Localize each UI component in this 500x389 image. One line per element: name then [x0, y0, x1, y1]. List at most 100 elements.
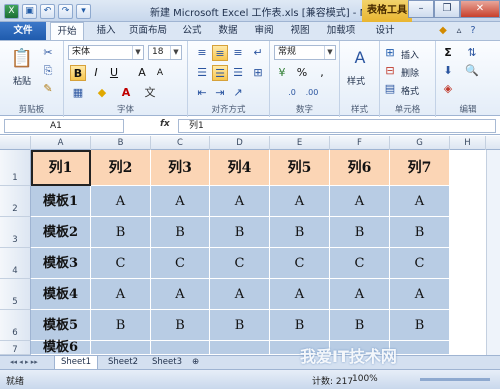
delete-cells-button[interactable]: 删除: [400, 65, 420, 80]
increase-font-icon[interactable]: A: [134, 65, 150, 81]
table-cell[interactable]: B: [210, 217, 270, 248]
row-header[interactable]: 1: [0, 150, 31, 186]
excel-logo-icon[interactable]: X: [4, 3, 19, 19]
row-header[interactable]: 6: [0, 310, 31, 341]
orientation-icon[interactable]: ↗: [230, 85, 246, 101]
table-header-cell[interactable]: 列4: [210, 150, 270, 186]
tab-design[interactable]: 设计: [370, 22, 400, 40]
styles-button[interactable]: 样式: [346, 73, 366, 88]
insert-cells-button[interactable]: 插入: [400, 47, 420, 62]
decrease-font-icon[interactable]: A: [152, 65, 168, 81]
bold-icon[interactable]: B: [70, 65, 86, 81]
redo-icon[interactable]: ↷: [58, 3, 73, 19]
clear-icon[interactable]: ◈: [440, 81, 456, 97]
row-header[interactable]: 4: [0, 248, 31, 279]
save-icon[interactable]: ▣: [22, 3, 37, 19]
number-format-select[interactable]: 常规 ▼: [274, 45, 336, 60]
format-cells-icon[interactable]: ▤: [382, 81, 398, 97]
tab-home[interactable]: 开始: [50, 22, 84, 40]
table-header-cell[interactable]: 列2: [91, 150, 151, 186]
font-color-icon[interactable]: A: [118, 85, 134, 101]
table-cell[interactable]: A: [210, 186, 270, 217]
table-cell[interactable]: A: [330, 279, 390, 310]
sheet-tab-2[interactable]: Sheet2: [102, 356, 144, 370]
column-header[interactable]: B: [91, 136, 151, 150]
align-left-icon[interactable]: ☰: [194, 65, 210, 81]
table-cell[interactable]: A: [151, 186, 210, 217]
table-cell[interactable]: 模板2: [31, 217, 91, 248]
format-cells-button[interactable]: 格式: [400, 83, 420, 98]
phonetic-icon[interactable]: 文: [142, 85, 158, 101]
table-cell[interactable]: B: [270, 217, 330, 248]
sort-filter-icon[interactable]: ⇅: [464, 45, 480, 61]
column-header[interactable]: G: [390, 136, 450, 150]
column-header[interactable]: H: [450, 136, 486, 150]
help-icon[interactable]: ?: [466, 22, 480, 40]
font-name-select[interactable]: 宋体 ▼: [68, 45, 144, 60]
column-header[interactable]: D: [210, 136, 270, 150]
currency-icon[interactable]: ¥: [274, 65, 290, 81]
tab-addins[interactable]: 加载项: [322, 22, 360, 40]
table-cell[interactable]: [390, 341, 450, 355]
tab-data[interactable]: 数据: [214, 22, 242, 40]
name-box[interactable]: A1: [4, 119, 124, 133]
table-cell[interactable]: B: [151, 310, 210, 341]
column-header[interactable]: A: [31, 136, 91, 150]
table-header-cell[interactable]: 列5: [270, 150, 330, 186]
table-cell[interactable]: 模板5: [31, 310, 91, 341]
italic-icon[interactable]: I: [88, 65, 104, 81]
table-cell[interactable]: C: [390, 248, 450, 279]
table-cell[interactable]: B: [270, 310, 330, 341]
table-cell[interactable]: [151, 341, 210, 355]
column-header[interactable]: F: [330, 136, 390, 150]
table-cell[interactable]: [210, 341, 270, 355]
border-icon[interactable]: ▦: [70, 85, 86, 101]
table-cell[interactable]: C: [270, 248, 330, 279]
restore-icon[interactable]: ❐: [434, 0, 460, 18]
comma-icon[interactable]: ,: [314, 65, 330, 81]
tab-review[interactable]: 审阅: [250, 22, 278, 40]
table-cell[interactable]: A: [91, 279, 151, 310]
table-header-cell[interactable]: 列6: [330, 150, 390, 186]
formula-input[interactable]: 列1: [178, 119, 496, 133]
table-cell[interactable]: C: [330, 248, 390, 279]
insert-sheet-icon[interactable]: ⊕: [186, 356, 205, 370]
fill-color-icon[interactable]: ◆: [94, 85, 110, 101]
sheet-tab-3[interactable]: Sheet3: [146, 356, 188, 370]
vertical-scrollbar[interactable]: [486, 150, 500, 355]
tab-page-layout[interactable]: 页面布局: [124, 22, 172, 40]
table-cell[interactable]: A: [390, 279, 450, 310]
table-cell[interactable]: C: [91, 248, 151, 279]
table-cell[interactable]: A: [210, 279, 270, 310]
decrease-decimal-icon[interactable]: .00: [304, 85, 320, 101]
table-cell[interactable]: B: [330, 310, 390, 341]
table-cell[interactable]: [91, 341, 151, 355]
align-center-icon[interactable]: ☰: [212, 65, 228, 81]
column-header[interactable]: E: [270, 136, 330, 150]
table-cell[interactable]: 模板3: [31, 248, 91, 279]
context-tab-table-tools[interactable]: 表格工具: [362, 0, 412, 22]
table-cell[interactable]: B: [210, 310, 270, 341]
increase-decimal-icon[interactable]: .0: [284, 85, 300, 101]
align-right-icon[interactable]: ☰: [230, 65, 246, 81]
paste-button[interactable]: 粘贴: [12, 73, 32, 88]
ribbon-minimize-icon[interactable]: ▵: [452, 22, 466, 40]
format-painter-icon[interactable]: ✎: [40, 81, 56, 97]
tab-view[interactable]: 视图: [286, 22, 314, 40]
zoom-slider[interactable]: [420, 378, 490, 381]
table-cell[interactable]: B: [390, 310, 450, 341]
align-middle-icon[interactable]: ≡: [212, 45, 228, 61]
table-cell[interactable]: B: [151, 217, 210, 248]
close-icon[interactable]: ✕: [460, 0, 500, 18]
row-header[interactable]: 5: [0, 279, 31, 310]
table-cell[interactable]: A: [91, 186, 151, 217]
table-cell[interactable]: B: [330, 217, 390, 248]
table-header-cell[interactable]: 列7: [390, 150, 450, 186]
tab-insert[interactable]: 插入: [92, 22, 120, 40]
insert-function-icon[interactable]: fx: [160, 119, 170, 129]
row-header[interactable]: 2: [0, 186, 31, 217]
customize-qat-icon[interactable]: ▾: [76, 3, 91, 19]
zoom-level[interactable]: 100%: [352, 374, 378, 384]
row-header[interactable]: 3: [0, 217, 31, 248]
sheet-nav-icon[interactable]: ◂◂ ◂ ▸ ▸▸: [4, 356, 44, 370]
